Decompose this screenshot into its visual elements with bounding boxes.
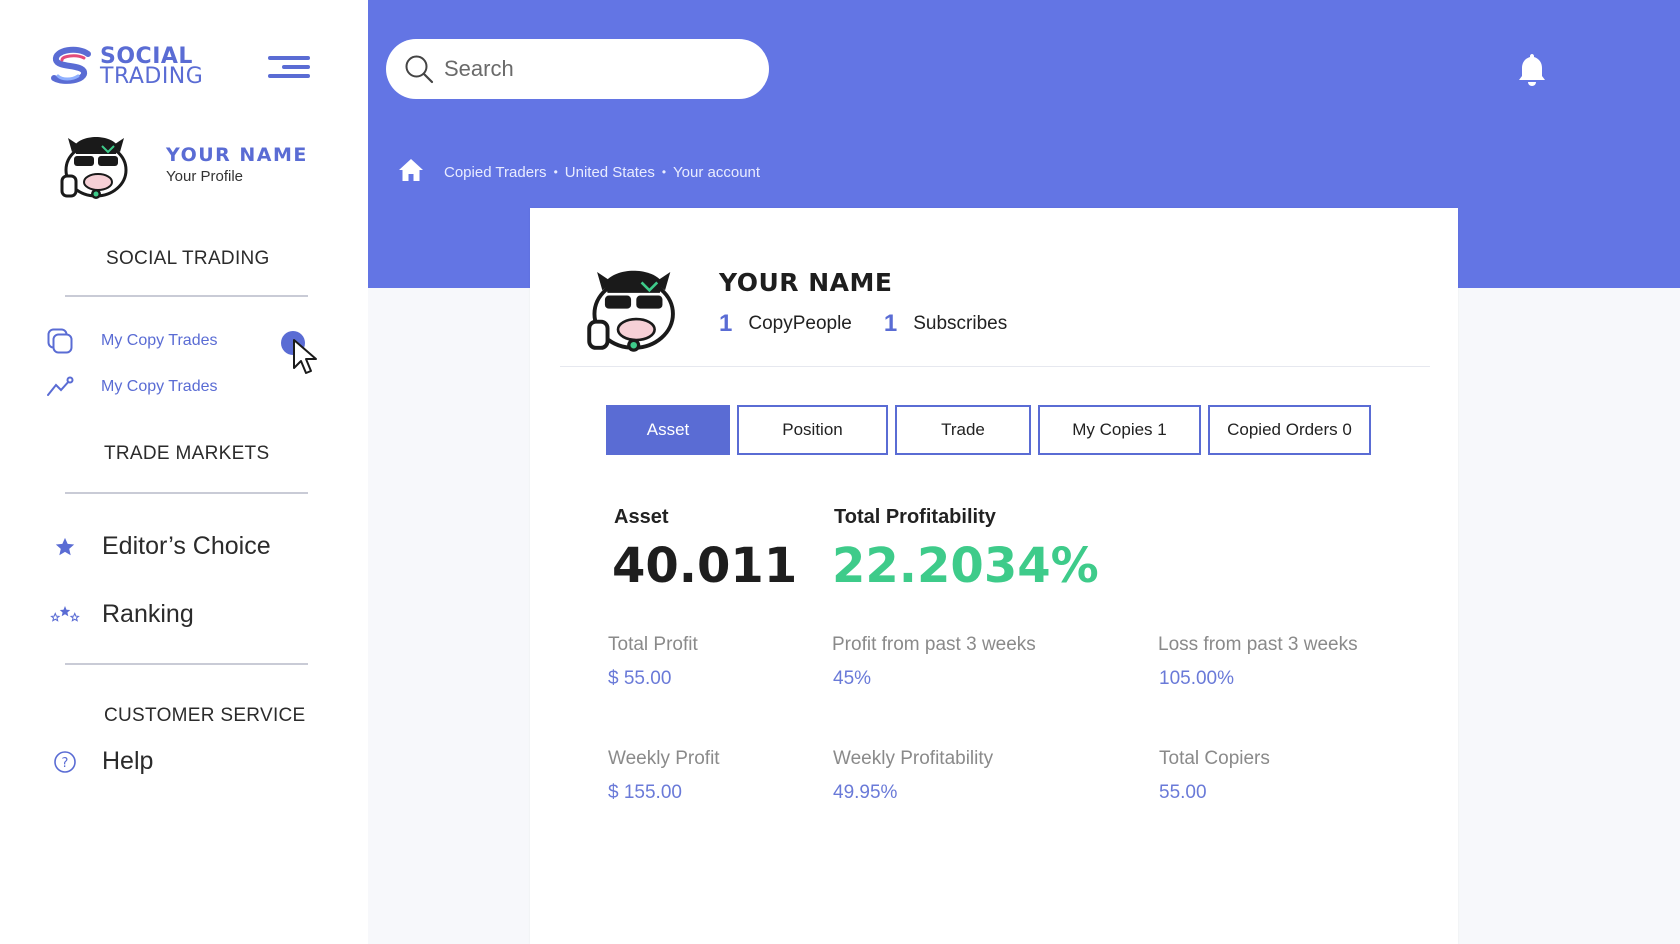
subscribes-count: 1 xyxy=(883,310,898,337)
stat-label-profit-past-3-weeks: Profit from past 3 weeks xyxy=(832,634,1036,655)
stat-value-weekly-profit: $ 155.00 xyxy=(608,782,682,803)
sidebar-item-editors-choice[interactable]: Editor’s Choice xyxy=(50,532,271,561)
stars-icon xyxy=(50,602,80,628)
stat-value-loss-past-3-weeks: 105.00% xyxy=(1159,668,1235,689)
search-input[interactable] xyxy=(444,56,744,82)
search-icon xyxy=(405,55,434,84)
svg-text:?: ? xyxy=(62,756,69,771)
breadcrumb-separator: • xyxy=(661,165,667,179)
total-profitability-label: Total Profitability xyxy=(834,506,996,528)
section-title-trade-markets: TRADE MARKETS xyxy=(104,443,270,464)
sidebar-item-label: Ranking xyxy=(102,600,194,628)
breadcrumb-separator: • xyxy=(553,165,558,179)
sidebar-item-label: Help xyxy=(102,747,154,775)
help-icon: ? xyxy=(50,750,80,774)
trend-icon xyxy=(46,373,74,401)
brand-line-2: TRADING xyxy=(100,64,204,89)
copy-people-label[interactable]: CopyPeople xyxy=(748,313,852,335)
sidebar-item-label: My Copy Trades xyxy=(101,332,218,349)
asset-value: 40.011 xyxy=(612,538,798,594)
tab-trade[interactable]: Trade xyxy=(895,405,1031,455)
star-icon xyxy=(50,536,80,558)
sidebar-profile[interactable]: YOUR NAME Your Profile xyxy=(58,126,308,202)
menu-icon[interactable] xyxy=(268,56,310,82)
sidebar-item-label: Editor’s Choice xyxy=(102,532,271,560)
breadcrumb: Copied Traders • United States • Your ac… xyxy=(398,158,760,186)
brand-logo[interactable]: SOCIAL TRADING xyxy=(48,46,203,88)
sidebar-item-my-copy-trades[interactable]: My Copy Trades xyxy=(46,327,217,355)
asset-label: Asset xyxy=(614,506,669,528)
account-name: YOUR NAME xyxy=(719,268,893,297)
stat-value-profit-past-3-weeks: 45% xyxy=(833,668,872,689)
breadcrumb-united-states[interactable]: United States xyxy=(565,164,655,181)
profile-subtitle[interactable]: Your Profile xyxy=(166,168,308,185)
notification-bell-icon[interactable] xyxy=(1517,52,1547,88)
divider xyxy=(65,295,308,297)
breadcrumb-copied-traders[interactable]: Copied Traders xyxy=(444,164,547,181)
divider xyxy=(560,366,1430,367)
breadcrumb-your-account[interactable]: Your account xyxy=(673,164,760,181)
sidebar-item-help[interactable]: ? Help xyxy=(50,747,153,776)
search-bar[interactable] xyxy=(386,39,769,99)
copy-people-count: 1 xyxy=(719,310,733,337)
tab-position[interactable]: Position xyxy=(737,405,888,455)
stat-label-loss-past-3-weeks: Loss from past 3 weeks xyxy=(1158,634,1358,655)
sidebar-item-my-copy-trades-2[interactable]: My Copy Trades xyxy=(46,373,217,401)
section-title-customer-service: CUSTOMER SERVICE xyxy=(104,705,306,726)
divider xyxy=(65,492,308,494)
avatar xyxy=(60,137,128,199)
stat-value-total-profit: $ 55.00 xyxy=(608,668,672,689)
stat-value-weekly-profitability: 49.95% xyxy=(833,782,898,803)
tab-asset[interactable]: Asset xyxy=(606,405,730,455)
avatar xyxy=(587,270,675,352)
stat-value-total-copiers: 55.00 xyxy=(1159,782,1207,803)
copy-icon xyxy=(46,327,74,355)
stat-label-total-copiers: Total Copiers xyxy=(1159,748,1270,769)
home-icon[interactable] xyxy=(398,158,424,186)
stat-label-weekly-profit: Weekly Profit xyxy=(608,748,720,769)
tab-copied-orders[interactable]: Copied Orders 0 xyxy=(1208,405,1371,455)
follow-counts: 1 CopyPeople 1 Subscribes xyxy=(719,310,1039,338)
sidebar-item-label: My Copy Trades xyxy=(101,378,218,395)
tab-bar: Asset Position Trade My Copies 1 Copied … xyxy=(606,405,1378,455)
profile-name: YOUR NAME xyxy=(166,143,308,166)
divider xyxy=(65,663,308,665)
subscribes-label[interactable]: Subscribes xyxy=(913,313,1007,335)
tab-my-copies[interactable]: My Copies 1 xyxy=(1038,405,1201,455)
sidebar: SOCIAL TRADING YOUR NAME Your Profile SO… xyxy=(0,0,368,944)
logo-icon xyxy=(51,46,91,84)
cursor-pointer-icon xyxy=(293,339,317,374)
sidebar-item-ranking[interactable]: Ranking xyxy=(50,600,194,629)
stat-label-weekly-profitability: Weekly Profitability xyxy=(833,748,994,769)
section-title-social-trading: SOCIAL TRADING xyxy=(106,248,270,269)
stat-label-total-profit: Total Profit xyxy=(608,634,698,655)
account-card: YOUR NAME 1 CopyPeople 1 Subscribes Asse… xyxy=(530,208,1458,944)
total-profitability-value: 22.2034% xyxy=(832,538,1099,594)
